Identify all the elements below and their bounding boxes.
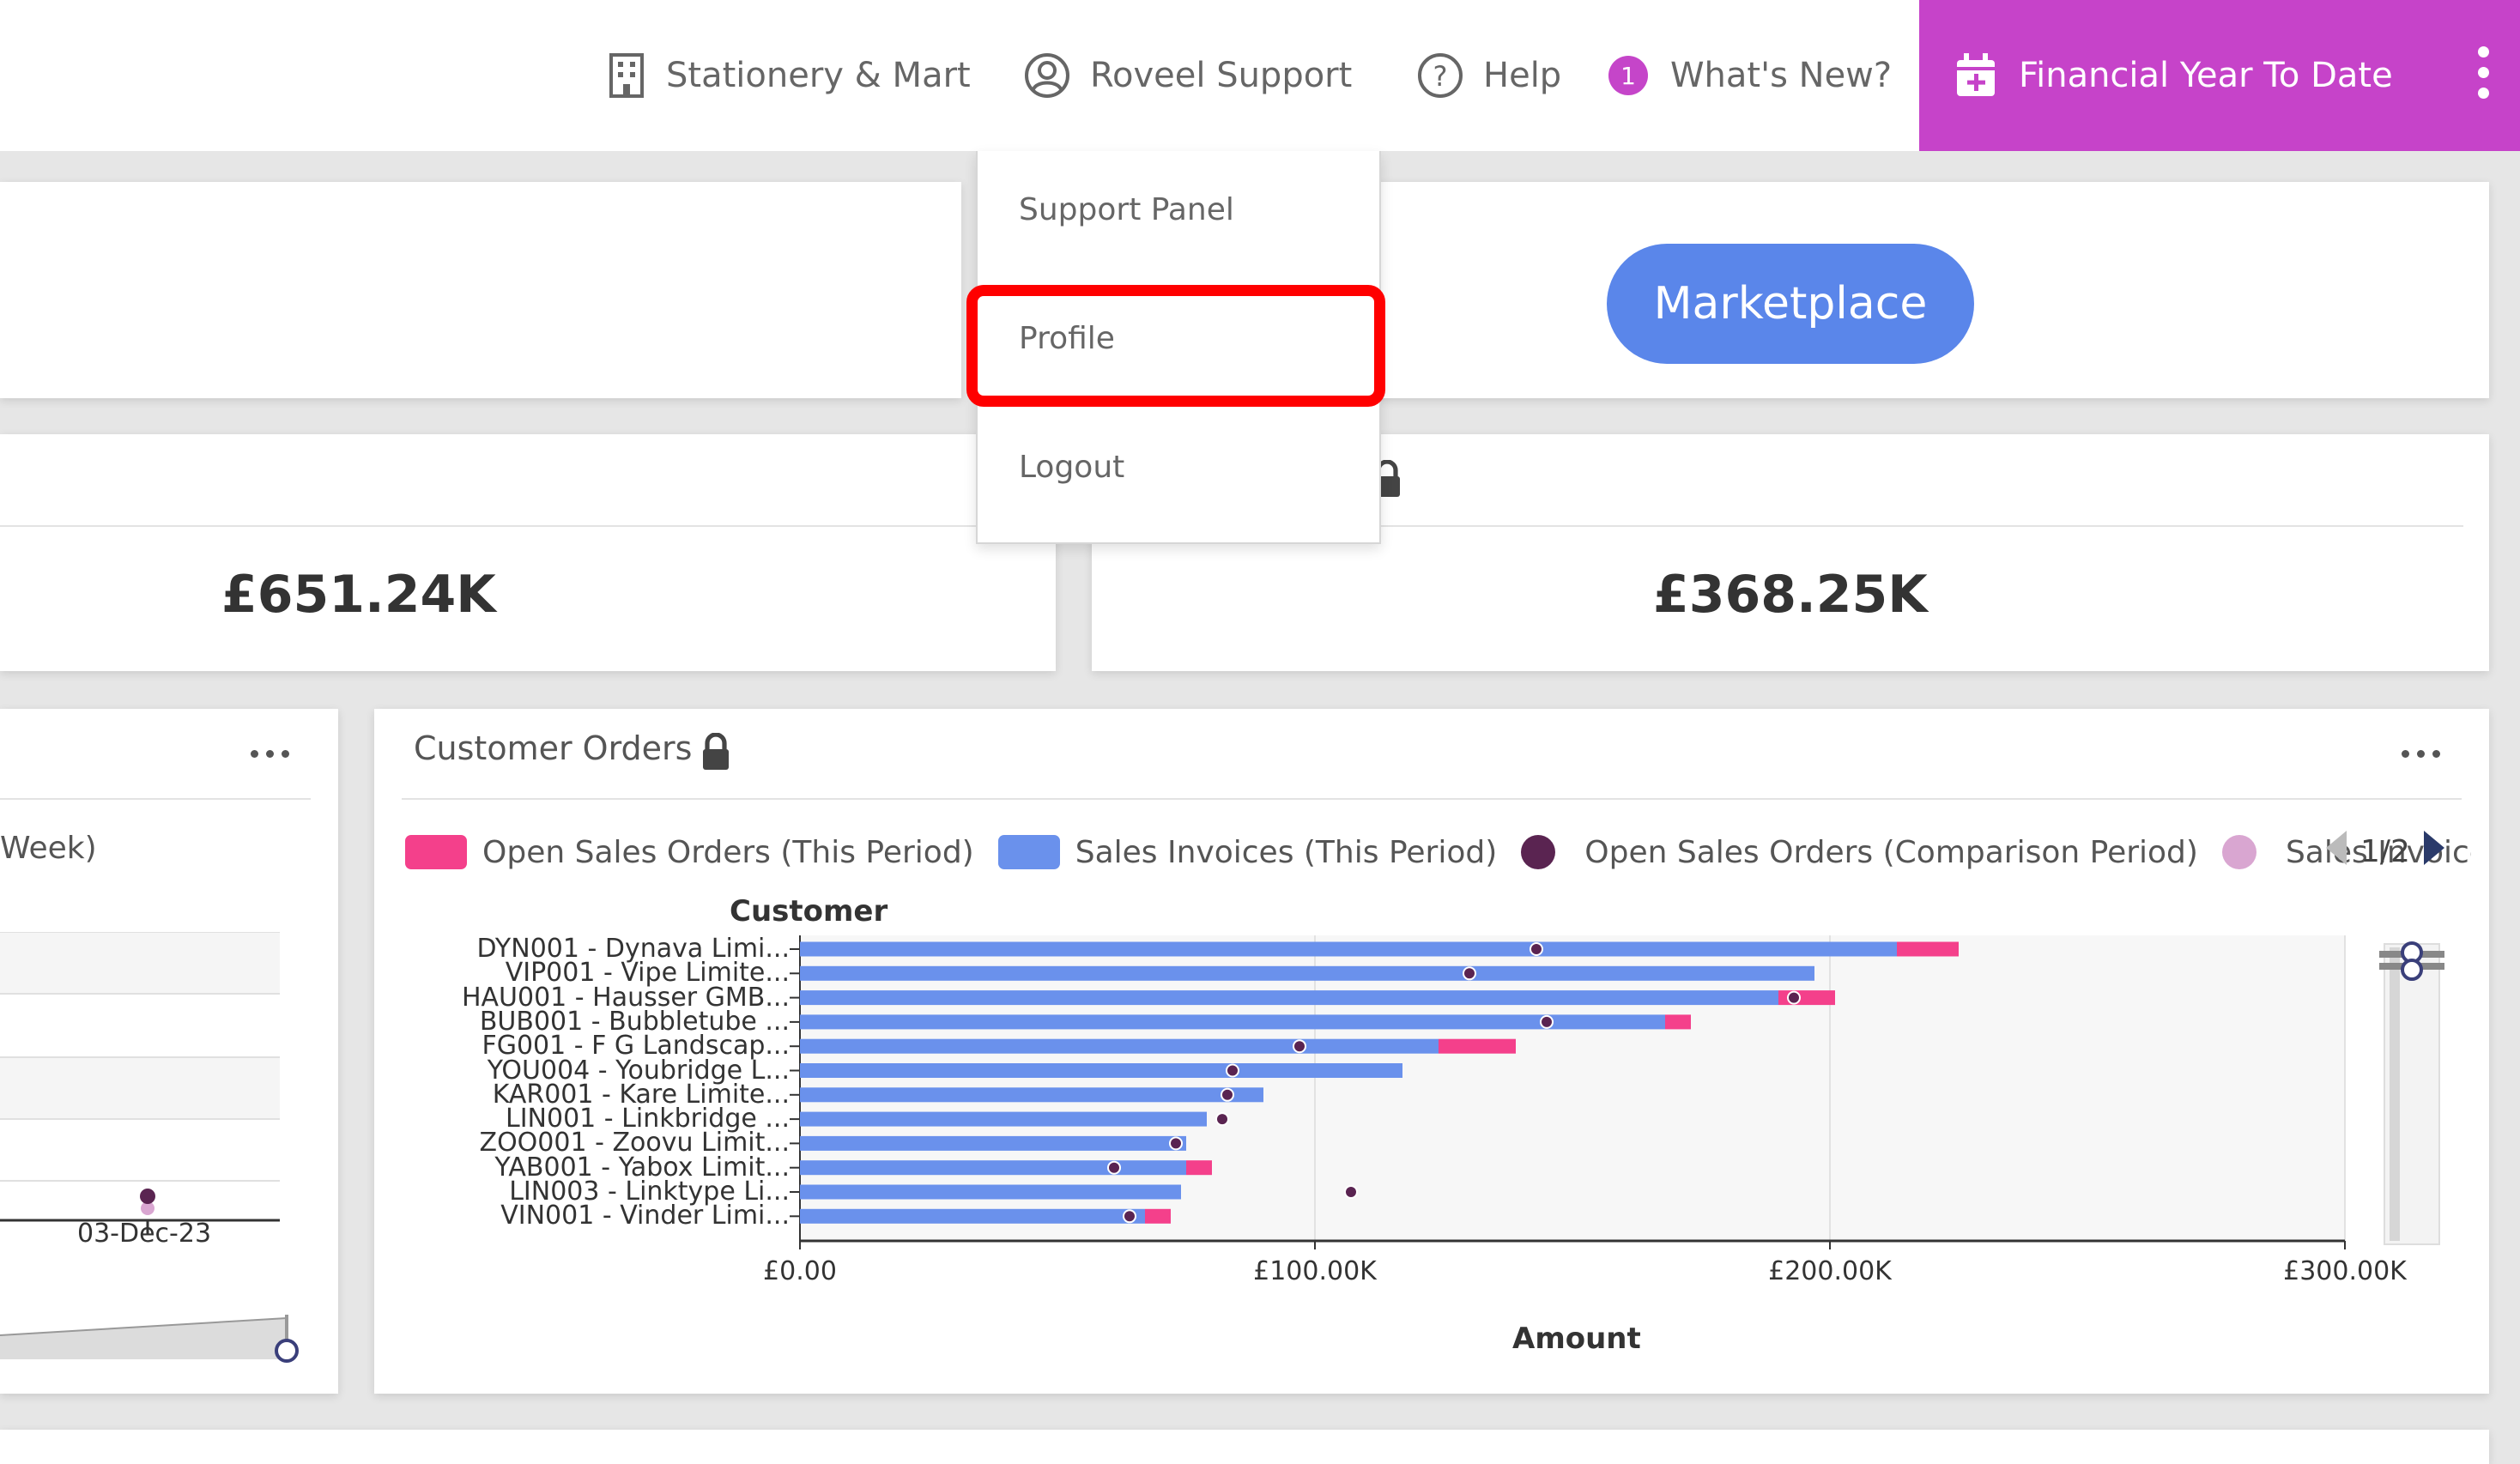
legend-label: Open Sales Orders (This Period) [482, 834, 974, 870]
legend-item[interactable]: Open Sales Orders (Comparison Period) [1521, 835, 2198, 870]
whats-new-label: What's New? [1670, 56, 1893, 95]
help-link[interactable]: ? Help [1416, 0, 1561, 151]
y-tick-label: VIN001 - Vinder Limi... [500, 1201, 790, 1231]
bar-open-sales-orders [1665, 1014, 1691, 1030]
x-axis-labels: £0.00 £100.00K £200.00K £300.00K [0, 1256, 2520, 1299]
user-menu-toggle[interactable]: Roveel Support [1023, 0, 1352, 151]
legend-label: Sales Invoices (This Period) [1075, 834, 1498, 870]
left-mini-chart [0, 932, 299, 1363]
panel-menu-icon[interactable] [2402, 750, 2440, 758]
point-comparison [1294, 1041, 1305, 1052]
legend-pager: 1/2 [2326, 831, 2444, 873]
bar-sales-invoices [800, 1014, 1665, 1030]
legend-swatch [997, 835, 1060, 869]
x-tick-label: £300.00K [2283, 1256, 2407, 1286]
bar-sales-invoices [800, 1063, 1402, 1078]
x-tick-label: £200.00K [1768, 1256, 1892, 1286]
bar-sales-invoices [800, 1038, 1439, 1054]
period-label: Financial Year To Date [2019, 56, 2393, 95]
bar-open-sales-orders [1145, 1208, 1171, 1224]
y-axis-title: Customer [730, 894, 888, 929]
period-selector[interactable]: Financial Year To Date [1919, 0, 2520, 151]
whats-new-badge: 1 [1608, 56, 1648, 95]
bar-open-sales-orders [1186, 1160, 1212, 1176]
help-label: Help [1483, 56, 1562, 95]
legend-label: Open Sales Orders (Comparison Period) [1584, 834, 2198, 870]
welcome-card [0, 182, 961, 398]
legend-swatch [405, 835, 467, 869]
x-tick-label: £0.00 [763, 1256, 837, 1286]
bar-sales-invoices [800, 990, 1778, 1006]
point-comparison [1531, 944, 1542, 954]
x-axis-title: Amount [1512, 1322, 1641, 1356]
customer-orders-title: Customer Orders [414, 729, 693, 767]
kpi-value-1: £651.24K [221, 565, 496, 625]
menu-item-logout[interactable]: Logout [1019, 450, 1124, 485]
bar-sales-invoices [800, 1160, 1186, 1176]
card-divider [0, 525, 1030, 527]
lock-icon [700, 732, 731, 774]
bar-open-sales-orders [1897, 941, 1959, 957]
profile-highlight-box [966, 285, 1385, 407]
point-comparison [1789, 992, 1799, 1003]
svg-text:?: ? [1433, 60, 1448, 93]
panel-divider [0, 798, 311, 800]
bar-open-sales-orders [1778, 990, 1835, 1006]
point-comparison [1346, 1187, 1356, 1197]
chart-legend: Open Sales Orders (This Period) Sales In… [405, 828, 2471, 876]
more-vertical-icon[interactable] [2478, 46, 2489, 99]
chart-scroll-navigator[interactable] [2378, 935, 2446, 1253]
panel-menu-icon[interactable] [251, 750, 289, 758]
point-comparison [1109, 1162, 1119, 1173]
legend-next-icon[interactable] [2423, 831, 2444, 873]
point-comparison [1542, 1016, 1552, 1027]
bar-sales-invoices [800, 1135, 1186, 1151]
whats-new-link[interactable]: 1 What's New? [1608, 0, 1892, 151]
point-comparison [1171, 1138, 1181, 1149]
question-circle-icon: ? [1416, 51, 1464, 100]
x-tick-label: 03-Dec-23 [77, 1219, 212, 1249]
legend-prev-icon[interactable] [2326, 831, 2347, 873]
company-name: Stationery & Mart [666, 56, 971, 95]
marketplace-button[interactable]: Marketplace [1607, 244, 1974, 364]
point-comparison [1222, 1089, 1233, 1100]
point-comparison [1217, 1114, 1227, 1125]
bar-sales-invoices [800, 1208, 1145, 1224]
panel-divider [402, 798, 2462, 800]
point-comparison [1227, 1065, 1238, 1076]
x-tick-label: £100.00K [1253, 1256, 1377, 1286]
legend-page: 1/2 [2360, 834, 2410, 869]
bar-sales-invoices [800, 1184, 1181, 1200]
y-axis-labels: DYN001 - Dynava Limi... VIP001 - Vipe Lim… [403, 934, 790, 1244]
company-selector[interactable]: Stationery & Mart [606, 0, 971, 151]
calendar-plus-icon [1954, 51, 1998, 100]
user-circle-icon [1023, 51, 1071, 100]
building-icon [606, 51, 647, 100]
menu-item-support-panel[interactable]: Support Panel [1019, 192, 1234, 227]
kpi-card-1: £651.24K [0, 434, 1056, 671]
panel-title: Customer Orders [414, 729, 692, 767]
user-name: Roveel Support [1090, 56, 1353, 95]
kpi-value-2: £368.25K [1653, 565, 1928, 625]
legend-fragment: Week) [0, 831, 97, 866]
legend-swatch [2221, 835, 2256, 869]
point-comparison [1124, 1211, 1135, 1222]
bar-sales-invoices [800, 1087, 1263, 1103]
bar-sales-invoices [800, 1111, 1207, 1127]
legend-swatch [1521, 835, 1556, 869]
bar-sales-invoices [800, 965, 1814, 981]
next-card [0, 1430, 2489, 1464]
bar-sales-invoices [800, 941, 1897, 957]
legend-item[interactable]: Open Sales Orders (This Period) [405, 835, 974, 870]
point-comparison [1464, 968, 1475, 979]
legend-item[interactable]: Sales Invoices (This Period) [997, 834, 1498, 870]
bar-open-sales-orders [1439, 1038, 1516, 1054]
